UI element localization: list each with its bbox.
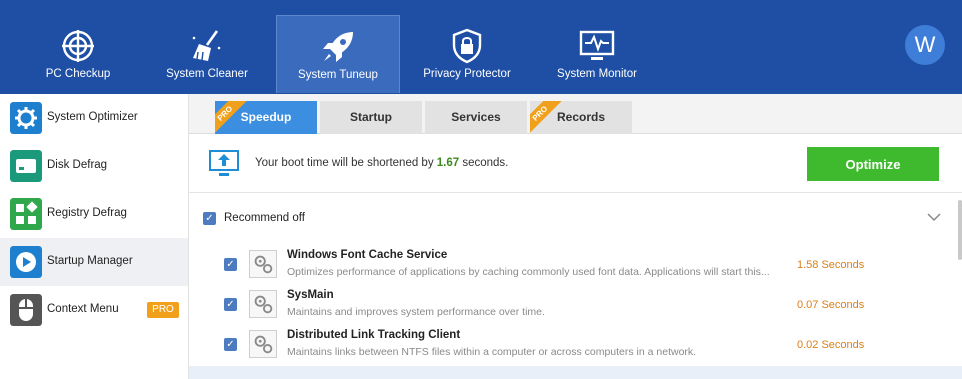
- scrollbar[interactable]: [958, 200, 962, 260]
- tab-label: Services: [451, 110, 501, 124]
- broom-icon: [192, 30, 221, 61]
- optimize-button[interactable]: Optimize: [807, 147, 939, 181]
- tab-label: Startup: [350, 110, 392, 124]
- nav-pc-checkup[interactable]: PC Checkup: [16, 15, 140, 93]
- service-row: ✓ Distributed Link Tracking Client Maint…: [189, 324, 949, 364]
- main-panel: Speedup PRO Startup Services Records PRO…: [189, 94, 962, 379]
- service-description: Maintains links between NTFS files withi…: [287, 346, 697, 358]
- pro-badge: PRO: [147, 302, 179, 318]
- shield-lock-icon: [452, 28, 482, 64]
- nav-label: PC Checkup: [45, 68, 111, 80]
- service-name: SysMain: [287, 289, 334, 301]
- tab-label: Speedup: [240, 110, 292, 124]
- tab-bar: Speedup PRO Startup Services Records PRO: [189, 94, 962, 134]
- service-checkbox[interactable]: ✓: [224, 258, 237, 271]
- disk-icon: [10, 150, 42, 182]
- service-description: Maintains and improves system performanc…: [287, 306, 545, 318]
- service-time: 0.07 Seconds: [797, 299, 865, 311]
- target-icon: [62, 30, 94, 62]
- tab-label: Records: [556, 110, 606, 124]
- recommend-label: Recommend off: [224, 212, 305, 224]
- sidebar-item-label: Context Menu: [47, 303, 119, 315]
- sidebar-item-label: Startup Manager: [47, 255, 133, 267]
- sidebar: System Optimizer Disk Defrag Registry De…: [0, 94, 189, 379]
- service-checkbox[interactable]: ✓: [224, 298, 237, 311]
- blocks-icon: [10, 198, 42, 230]
- sidebar-item-label: Disk Defrag: [47, 159, 108, 171]
- boot-time-banner: Your boot time will be shortened by 1.67…: [189, 135, 962, 193]
- service-time: 1.58 Seconds: [797, 259, 865, 271]
- service-row: ✓ SysMain Maintains and improves system …: [189, 284, 949, 324]
- gear-icon: [10, 102, 42, 134]
- recommend-off-group: ✓ Recommend off: [189, 194, 949, 242]
- tab-records[interactable]: Records PRO: [530, 101, 632, 134]
- nav-system-tuneup[interactable]: System Tuneup: [276, 15, 400, 93]
- tab-speedup[interactable]: Speedup PRO: [215, 101, 317, 134]
- service-name: Distributed Link Tracking Client: [287, 329, 461, 341]
- sidebar-item-label: System Optimizer: [47, 111, 138, 123]
- sidebar-item-registry-defrag[interactable]: Registry Defrag: [0, 190, 188, 238]
- service-checkbox[interactable]: ✓: [224, 338, 237, 351]
- nav-label: System Tuneup: [298, 69, 378, 81]
- sidebar-item-disk-defrag[interactable]: Disk Defrag: [0, 142, 188, 190]
- boot-time-message: Your boot time will be shortened by 1.67…: [255, 157, 509, 169]
- service-description: Optimizes performance of applications by…: [287, 266, 770, 278]
- nav-label: System Cleaner: [166, 68, 248, 80]
- monitor-pulse-icon: [579, 30, 615, 60]
- nav-system-cleaner[interactable]: System Cleaner: [145, 15, 269, 93]
- chevron-down-icon[interactable]: [927, 210, 941, 224]
- nav-label: System Monitor: [557, 68, 637, 80]
- mouse-icon: [10, 294, 42, 326]
- rocket-icon: [323, 32, 353, 62]
- sidebar-item-system-optimizer[interactable]: System Optimizer: [0, 94, 188, 142]
- service-gears-icon: [249, 330, 277, 358]
- next-row-strip: [189, 366, 962, 379]
- service-gears-icon: [249, 250, 277, 278]
- tab-services[interactable]: Services: [425, 101, 527, 134]
- recommend-checkbox[interactable]: ✓: [203, 212, 216, 225]
- service-time: 0.02 Seconds: [797, 339, 865, 351]
- top-nav-bar: PC Checkup System Cleaner System Tuneup …: [0, 0, 962, 94]
- play-icon: [10, 246, 42, 278]
- nav-privacy-protector[interactable]: Privacy Protector: [405, 15, 529, 93]
- sidebar-item-startup-manager[interactable]: Startup Manager: [0, 238, 188, 286]
- nav-label: Privacy Protector: [423, 68, 511, 80]
- boot-time-value: 1.67: [436, 157, 460, 169]
- avatar[interactable]: W: [905, 25, 945, 65]
- nav-system-monitor[interactable]: System Monitor: [535, 15, 659, 93]
- service-row: ✓ Windows Font Cache Service Optimizes p…: [189, 244, 949, 284]
- service-name: Windows Font Cache Service: [287, 249, 448, 261]
- monitor-upload-icon: [209, 150, 239, 176]
- sidebar-item-label: Registry Defrag: [47, 207, 127, 219]
- tab-startup[interactable]: Startup: [320, 101, 422, 134]
- service-gears-icon: [249, 290, 277, 318]
- sidebar-item-context-menu[interactable]: Context Menu PRO: [0, 286, 188, 334]
